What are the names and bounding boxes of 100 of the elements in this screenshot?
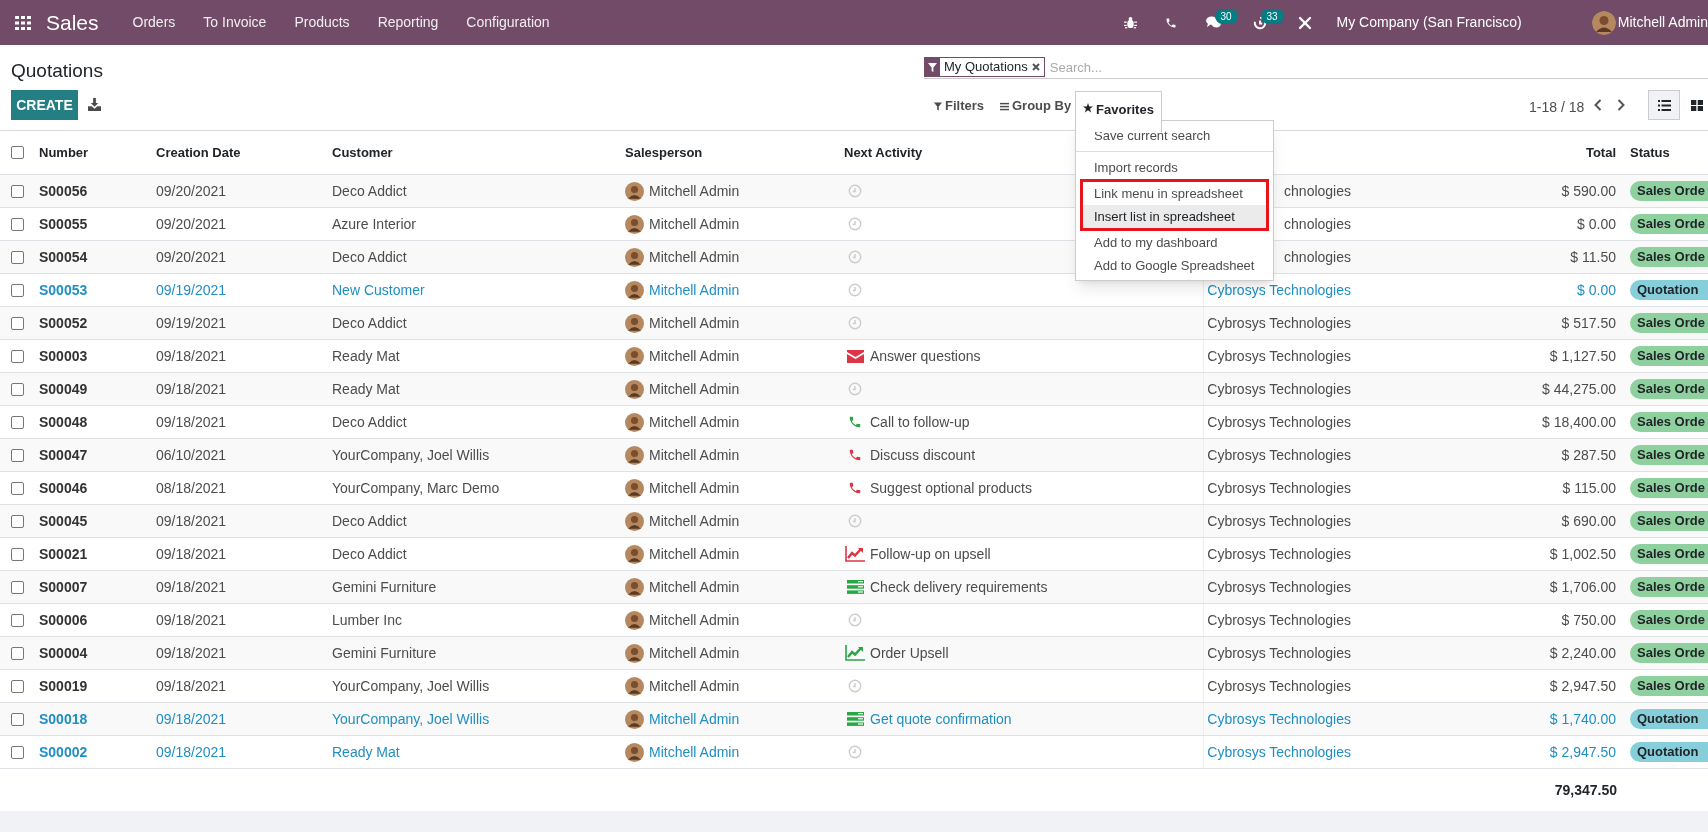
filters-button[interactable]: Filters [934, 91, 984, 121]
avatar-icon [625, 709, 644, 729]
checkbox[interactable] [11, 184, 24, 198]
list-view-button[interactable] [1648, 90, 1680, 120]
nav-menu-item[interactable]: Configuration [452, 0, 564, 45]
status-badge: Sales Orde [1630, 181, 1708, 201]
menu-item[interactable]: Link menu in spreadsheet [1083, 182, 1266, 205]
download-button[interactable] [86, 96, 102, 112]
order-number: S00054 [39, 247, 88, 267]
checkbox[interactable] [11, 217, 24, 231]
menu-item[interactable]: Add to Google Spreadsheet [1076, 254, 1273, 277]
column-header[interactable]: Total [1585, 142, 1616, 163]
checkbox[interactable] [11, 679, 24, 693]
table-cell-text: $ 750.00 [1561, 610, 1616, 630]
table-cell-text: Mitchell Admin [649, 445, 740, 465]
avatar-icon [625, 610, 644, 630]
order-number: S00045 [39, 511, 88, 531]
checkbox[interactable] [11, 349, 24, 363]
table-cell-text: New Customer [332, 280, 425, 300]
activities-button[interactable]: 33 [1236, 0, 1283, 45]
checkbox[interactable] [11, 283, 24, 297]
menu-item[interactable]: Insert list in spreadsheet [1083, 205, 1266, 228]
search-field[interactable]: Search... [1049, 57, 1708, 77]
nav-menu-item[interactable]: Reporting [363, 0, 453, 45]
avatar-icon [625, 379, 644, 399]
table-cell-text: Mitchell Admin [649, 577, 740, 597]
table-cell-text: YourCompany, Marc Demo [332, 478, 500, 498]
checkbox[interactable] [11, 481, 24, 495]
checkbox[interactable] [11, 547, 24, 561]
status-badge: Sales Orde [1630, 445, 1708, 465]
column-header[interactable]: Number [39, 142, 89, 163]
tasks-icon[interactable] [846, 712, 864, 726]
checkbox[interactable] [11, 415, 24, 429]
checkbox[interactable] [11, 613, 24, 627]
table-cell-text: Suggest optional products [870, 478, 1032, 498]
checkbox[interactable] [11, 382, 24, 396]
column-header[interactable]: Status [1630, 142, 1670, 163]
group-by-button[interactable]: Group By [1000, 91, 1072, 121]
table-cell-text: Deco Addict [332, 313, 407, 333]
user-menu[interactable]: Mitchell Admin [1591, 0, 1708, 45]
filter-facet[interactable]: My Quotations [924, 57, 1045, 77]
table-cell-text: Answer questions [870, 346, 981, 366]
table-cell-text: Discuss discount [870, 445, 976, 465]
table-cell-text: chnologies [1284, 247, 1351, 267]
phone-icon[interactable] [848, 481, 862, 495]
envelope-icon[interactable] [846, 349, 864, 363]
messages-button[interactable]: 30 [1190, 0, 1237, 45]
column-header[interactable]: Customer [332, 142, 393, 163]
checkbox[interactable] [11, 316, 24, 330]
order-number: S00053 [39, 280, 88, 300]
status-badge: Sales Orde [1630, 643, 1708, 663]
phone-icon [1164, 16, 1177, 29]
checkbox[interactable] [11, 646, 24, 660]
table-cell-text: Cybrosys Technologies [1207, 709, 1351, 729]
checkbox[interactable] [11, 514, 24, 528]
favorites-button[interactable]: Favorites [1075, 91, 1162, 132]
table-cell-text: 09/20/2021 [156, 247, 227, 267]
checkbox[interactable] [11, 580, 24, 594]
table-cell-text: Mitchell Admin [649, 280, 740, 300]
table-cell-text: $ 590.00 [1561, 181, 1616, 201]
column-header[interactable]: Salesperson [625, 142, 703, 163]
table-cell-text: 09/18/2021 [156, 511, 227, 531]
order-number: S00055 [39, 214, 88, 234]
checkbox[interactable] [11, 448, 24, 462]
checkbox[interactable] [11, 250, 24, 264]
close-icon[interactable] [1031, 63, 1040, 71]
table-cell-text: Ready Mat [332, 742, 400, 762]
company-switcher[interactable]: My Company (San Francisco) [1326, 0, 1532, 45]
nav-menu-item[interactable]: To Invoice [189, 0, 281, 45]
column-header[interactable]: Creation Date [156, 142, 241, 163]
table-cell-text: Mitchell Admin [649, 181, 740, 201]
bug-icon [1124, 16, 1138, 29]
column-header[interactable]: Next Activity [844, 142, 923, 163]
table-cell-text: Mitchell Admin [649, 313, 740, 333]
checkbox[interactable] [11, 146, 24, 159]
phone-icon[interactable] [848, 448, 862, 462]
table-cell-text: 09/18/2021 [156, 412, 227, 432]
create-button[interactable]: CREATE [11, 90, 78, 120]
pager-value: 1-18 / 18 [1529, 98, 1585, 117]
app-name[interactable]: Sales [46, 6, 99, 39]
order-number: S00019 [39, 676, 88, 696]
line-chart-icon[interactable] [845, 645, 865, 661]
menu-item[interactable]: Import records [1076, 156, 1273, 179]
table-cell-text: Deco Addict [332, 544, 407, 564]
menu-item[interactable]: Add to my dashboard [1076, 231, 1273, 254]
status-badge: Quotation [1630, 280, 1708, 300]
table-cell-text: Mitchell Admin [649, 676, 740, 696]
table-cell-text: Order Upsell [870, 643, 949, 663]
list-icon [1657, 99, 1671, 111]
nav-menu-item[interactable]: Products [280, 0, 364, 45]
line-chart-icon[interactable] [845, 546, 865, 562]
checkbox[interactable] [11, 712, 24, 726]
tasks-icon[interactable] [846, 580, 864, 594]
table-cell-text: 09/18/2021 [156, 544, 227, 564]
table-cell-text: $ 517.50 [1561, 313, 1616, 333]
checkbox[interactable] [11, 745, 24, 759]
nav-menu-item[interactable]: Orders [118, 0, 190, 45]
table-cell-text: Gemini Furniture [332, 643, 437, 663]
table-cell-text: Check delivery requirements [870, 577, 1048, 597]
phone-icon[interactable] [848, 415, 862, 429]
